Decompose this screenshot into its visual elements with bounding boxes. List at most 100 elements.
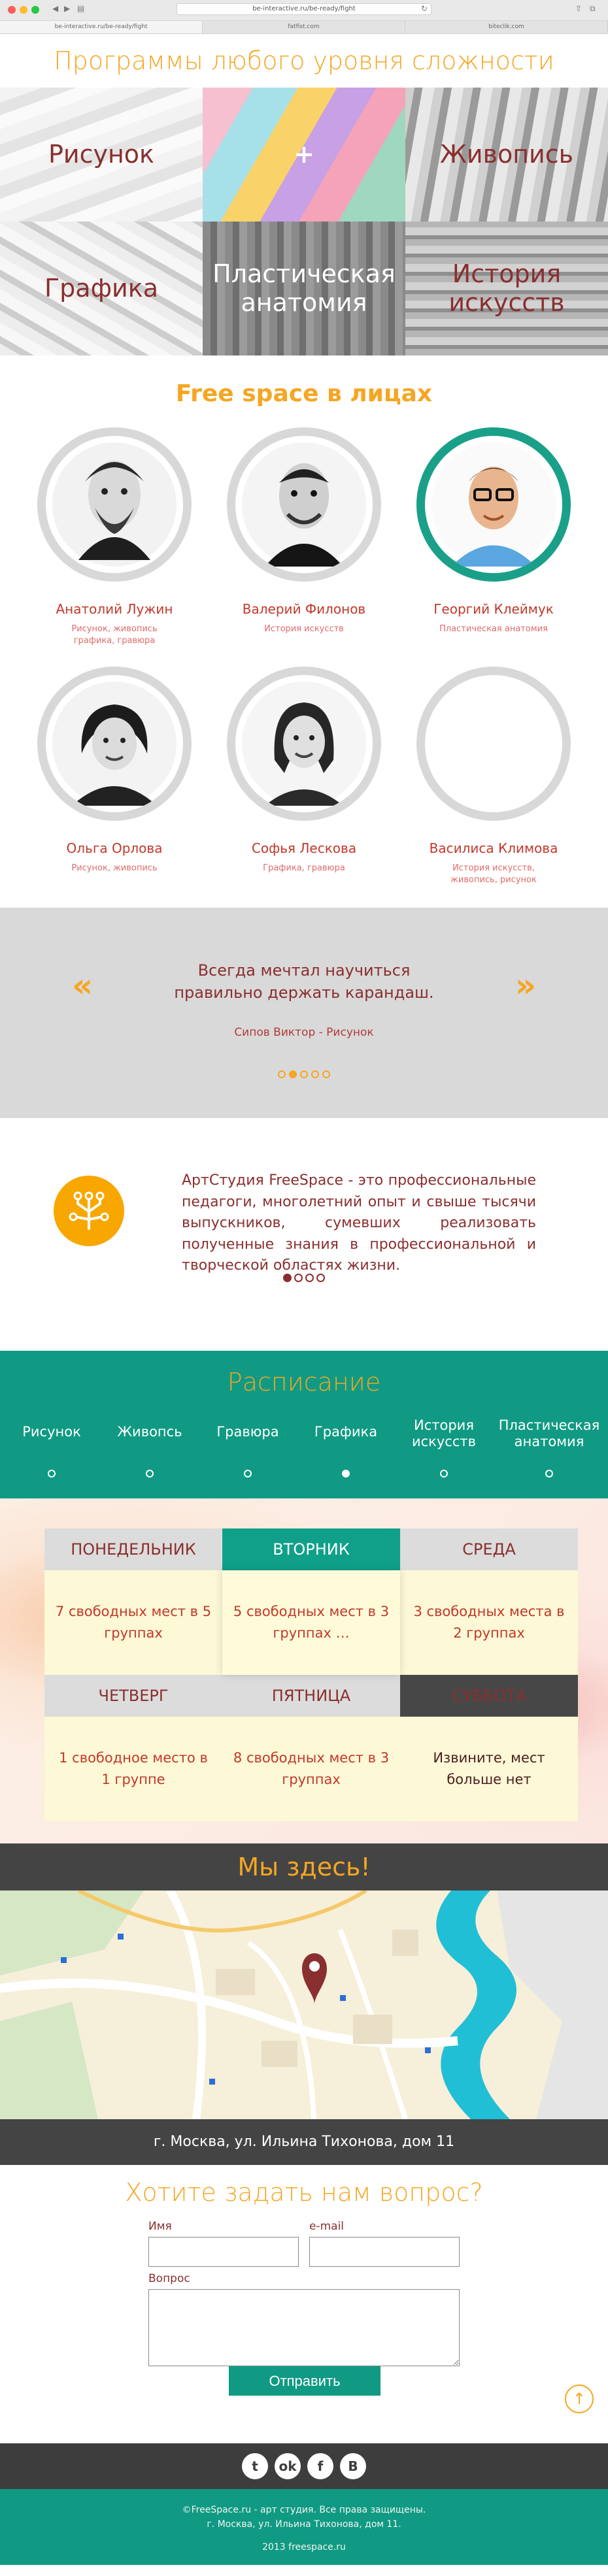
footer-year: 2013 freespace.ru <box>262 2542 346 2553</box>
day-header-closed[interactable]: СУББОТА <box>400 1675 578 1717</box>
slider-dot[interactable] <box>300 1070 308 1079</box>
day-availability: 8 свободных мест в 3 группах <box>222 1717 400 1821</box>
browser-tab[interactable]: be-interactive.ru/be-ready/fight <box>0 21 203 33</box>
schedule-tab[interactable]: Живопсь <box>101 1417 199 1480</box>
slider-dots <box>0 1070 608 1079</box>
schedule-tab[interactable]: История искусств <box>395 1417 493 1480</box>
tabs-icon[interactable]: ⧉ <box>590 4 596 14</box>
contact-section: Хотите задать нам вопрос? Имя e-mail Воп… <box>0 2165 608 2443</box>
schedule-tab-label: Живопсь <box>117 1424 182 1440</box>
question-textarea[interactable] <box>148 2289 460 2366</box>
program-drawing[interactable]: Рисунок <box>0 88 203 222</box>
slider-dot[interactable] <box>305 1274 314 1282</box>
teacher-name: Анатолий Лужин <box>56 601 173 617</box>
program-label: Рисунок <box>48 139 155 169</box>
maximize-window-icon[interactable] <box>31 6 39 14</box>
radio-dot <box>48 1470 56 1478</box>
address-bar[interactable]: be-interactive.ru/be-ready/fight <box>177 3 431 15</box>
day-availability: 3 свободных места в 2 группах <box>400 1570 578 1675</box>
back-icon[interactable]: ◀ <box>52 4 58 13</box>
teacher-card[interactable]: Софья Лескова Графика, гравюра <box>209 667 399 904</box>
teacher-role: Пластическая анатомия <box>439 624 548 634</box>
teacher-card[interactable]: Георгий Клеймук Пластическая анатомия <box>399 427 588 659</box>
slider-dot-active[interactable] <box>289 1070 297 1079</box>
program-plus-tile[interactable]: + <box>203 88 405 222</box>
portrait-icon <box>52 442 177 567</box>
social-bar: t ok f B <box>0 2443 608 2489</box>
schedule-tab-label: Рисунок <box>22 1424 81 1440</box>
radio-dot <box>440 1470 448 1478</box>
footer: ©FreeSpace.ru - арт студия. Все права за… <box>0 2489 608 2565</box>
week-grid: ПОНЕДЕЛЬНИК ВТОРНИК СРЕДА 7 свободных ме… <box>44 1528 608 1821</box>
facebook-icon[interactable]: f <box>307 2453 333 2479</box>
portrait-icon <box>52 682 177 806</box>
day-header[interactable]: ПОНЕДЕЛЬНИК <box>44 1528 222 1570</box>
schedule-title: Расписание <box>227 1368 381 1396</box>
vkontakte-icon[interactable]: B <box>340 2453 366 2479</box>
program-label: Графика <box>44 273 158 303</box>
testimonial-slider: « » Всегда мечтал научиться правильно де… <box>0 908 608 1118</box>
send-button[interactable]: Отправить <box>229 2366 380 2396</box>
schedule-tab[interactable]: Рисунок <box>3 1417 101 1480</box>
day-availability-active: 5 свободных мест в 3 группах … <box>222 1570 400 1675</box>
teacher-role: Графика, гравюра <box>263 863 345 873</box>
radio-dot-active <box>342 1470 350 1478</box>
teachers-grid: Анатолий Лужин Рисунок, живопись графика… <box>0 427 608 904</box>
reload-icon[interactable]: ↻ <box>421 4 428 13</box>
slider-dot[interactable] <box>294 1274 303 1282</box>
teacher-card[interactable]: Анатолий Лужин Рисунок, живопись графика… <box>20 427 209 659</box>
about-slider-dots <box>0 1274 608 1282</box>
slider-dot[interactable] <box>311 1070 319 1079</box>
day-header[interactable]: ПЯТНИЦА <box>222 1675 400 1717</box>
next-arrow-icon[interactable]: » <box>515 966 536 1004</box>
day-header[interactable]: ЧЕТВЕРГ <box>44 1675 222 1717</box>
odnoklassniki-icon[interactable]: ok <box>275 2453 301 2479</box>
schedule-tab[interactable]: Пластическая анатомия <box>493 1417 605 1480</box>
schedule-tab-label: История искусств <box>411 1417 476 1449</box>
program-graphics[interactable]: Графика <box>0 222 203 355</box>
schedule-tab-active[interactable]: Графика <box>297 1417 395 1480</box>
schedule-tab-label: Графика <box>314 1424 378 1440</box>
footer-address: г. Москва, ул. Ильина Тихонова, дом 11. <box>207 2518 401 2530</box>
schedule-tab-label: Пластическая анатомия <box>498 1417 600 1449</box>
email-input[interactable] <box>309 2237 460 2267</box>
day-availability: 7 свободных мест в 5 группах <box>44 1570 222 1675</box>
program-label: Живопись <box>439 139 574 169</box>
day-header[interactable]: СРЕДА <box>400 1528 578 1570</box>
share-icon[interactable]: ⇧ <box>575 4 582 13</box>
browser-tab[interactable]: fatfist.com <box>203 21 405 33</box>
teacher-name: Валерий Филонов <box>242 601 366 617</box>
slider-dot[interactable] <box>316 1274 325 1282</box>
twitter-icon[interactable]: t <box>242 2453 268 2479</box>
program-label: История искусств <box>448 259 565 317</box>
program-painting[interactable]: Живопись <box>405 88 608 222</box>
sidebar-icon[interactable]: ▤ <box>77 4 84 13</box>
day-header-active[interactable]: ВТОРНИК <box>222 1528 400 1570</box>
about-section: АртСтудия FreeSpace - это профессиональн… <box>0 1118 608 1351</box>
teacher-card[interactable]: Василиса Климова История искусств, живоп… <box>399 667 588 904</box>
teacher-name: Софья Лескова <box>251 840 357 856</box>
map[interactable] <box>0 1891 608 2119</box>
slider-dot-active[interactable] <box>283 1274 292 1282</box>
program-anatomy[interactable]: Пластическая анатомия <box>203 222 405 355</box>
scroll-to-top-icon[interactable]: ↑ <box>565 2385 594 2413</box>
radio-dot <box>545 1470 553 1478</box>
schedule-tab-label: Гравюра <box>216 1424 279 1440</box>
minimize-window-icon[interactable] <box>20 6 27 14</box>
contact-title: Хотите задать нам вопрос? <box>125 2178 483 2207</box>
forward-icon[interactable]: ▶ <box>64 4 70 13</box>
teacher-card[interactable]: Валерий Филонов История искусств <box>209 427 399 659</box>
email-label: e-mail <box>309 2220 345 2233</box>
teacher-name: Василиса Климова <box>429 840 558 856</box>
browser-tab[interactable]: biteclik.com <box>405 21 608 33</box>
about-text: АртСтудия FreeSpace - это профессиональн… <box>182 1172 536 1274</box>
slider-dot[interactable] <box>322 1070 330 1079</box>
schedule-tab[interactable]: Гравюра <box>199 1417 297 1480</box>
prev-arrow-icon[interactable]: « <box>72 966 93 1004</box>
close-window-icon[interactable] <box>8 6 16 14</box>
avatar <box>227 427 381 582</box>
slider-dot[interactable] <box>278 1070 286 1079</box>
name-input[interactable] <box>148 2237 299 2267</box>
program-art-history[interactable]: История искусств <box>405 222 608 355</box>
teacher-card[interactable]: Ольга Орлова Рисунок, живопись <box>20 667 209 904</box>
